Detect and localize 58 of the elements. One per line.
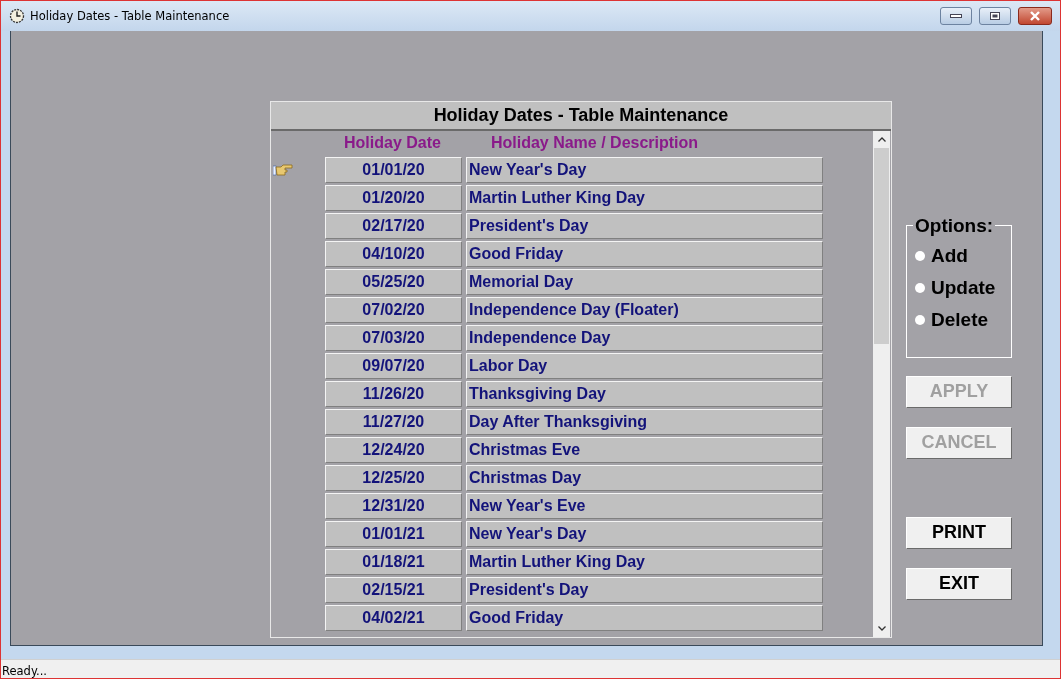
name-field[interactable]: Good Friday xyxy=(466,604,823,631)
window-title: Holiday Dates - Table Maintenance xyxy=(30,8,231,23)
date-field[interactable]: 11/27/20 xyxy=(325,408,462,435)
date-field[interactable]: 02/15/21 xyxy=(325,576,462,603)
status-bar: Ready... xyxy=(1,659,1060,678)
date-field[interactable]: 05/25/20 xyxy=(325,268,462,295)
date-field[interactable]: 12/24/20 xyxy=(325,436,462,463)
close-button[interactable] xyxy=(1018,6,1052,25)
date-field[interactable]: 01/01/21 xyxy=(325,520,462,547)
name-field[interactable]: New Year's Eve xyxy=(466,492,823,519)
panel-title: Holiday Dates - Table Maintenance xyxy=(271,101,891,131)
name-field[interactable]: Christmas Day xyxy=(466,464,823,491)
clock-icon xyxy=(9,7,25,24)
date-field[interactable]: 12/25/20 xyxy=(325,464,462,491)
date-field[interactable]: 09/07/20 xyxy=(325,352,462,379)
name-field[interactable]: New Year's Day xyxy=(466,156,823,183)
date-field[interactable]: 01/18/21 xyxy=(325,548,462,575)
date-field[interactable]: 12/31/20 xyxy=(325,492,462,519)
name-field[interactable]: Thanksgiving Day xyxy=(466,380,823,407)
name-field[interactable]: Martin Luther King Day xyxy=(466,548,823,575)
minimize-button[interactable] xyxy=(940,6,972,25)
date-field[interactable]: 07/02/20 xyxy=(325,296,462,323)
scroll-down-icon[interactable] xyxy=(877,625,886,631)
name-field[interactable]: Memorial Day xyxy=(466,268,823,295)
action-button[interactable]: PRINT xyxy=(906,516,1012,549)
date-field[interactable]: 04/02/21 xyxy=(325,604,462,631)
scrollbar[interactable] xyxy=(873,130,890,637)
radio-option[interactable]: Delete xyxy=(915,309,1011,330)
date-field[interactable]: 04/10/20 xyxy=(325,240,462,267)
name-field[interactable]: Labor Day xyxy=(466,352,823,379)
date-field[interactable]: 01/01/20 xyxy=(325,156,462,183)
name-field[interactable]: Christmas Eve xyxy=(466,436,823,463)
restore-icon[interactable] xyxy=(990,11,1000,20)
name-field[interactable]: Day After Thanksgiving xyxy=(466,408,823,435)
pointing-hand-icon xyxy=(273,162,293,177)
date-field[interactable]: 11/26/20 xyxy=(325,380,462,407)
scroll-up-icon[interactable] xyxy=(877,136,886,142)
radio-option[interactable]: Add xyxy=(915,245,1011,266)
column-header: Holiday Date xyxy=(344,134,441,153)
action-button[interactable]: EXIT xyxy=(906,567,1012,600)
name-field[interactable]: Independence Day xyxy=(466,324,823,351)
radio-icon[interactable] xyxy=(915,314,925,325)
maximize-button[interactable] xyxy=(979,6,1011,25)
radio-option[interactable]: Update xyxy=(915,277,1011,298)
date-field[interactable]: 02/17/20 xyxy=(325,212,462,239)
minimize-icon[interactable] xyxy=(950,13,962,18)
name-field[interactable]: President's Day xyxy=(466,212,823,239)
date-field[interactable]: 01/20/20 xyxy=(325,184,462,211)
close-icon[interactable] xyxy=(1029,10,1041,21)
radio-icon[interactable] xyxy=(915,250,925,261)
name-field[interactable]: Good Friday xyxy=(466,240,823,267)
radio-icon[interactable] xyxy=(915,282,925,293)
name-field[interactable]: Independence Day (Floater) xyxy=(466,296,823,323)
date-field[interactable]: 07/03/20 xyxy=(325,324,462,351)
name-field[interactable]: Martin Luther King Day xyxy=(466,184,823,211)
name-field[interactable]: President's Day xyxy=(466,576,823,603)
name-field[interactable]: New Year's Day xyxy=(466,520,823,547)
column-header: Holiday Name / Description xyxy=(490,134,699,153)
